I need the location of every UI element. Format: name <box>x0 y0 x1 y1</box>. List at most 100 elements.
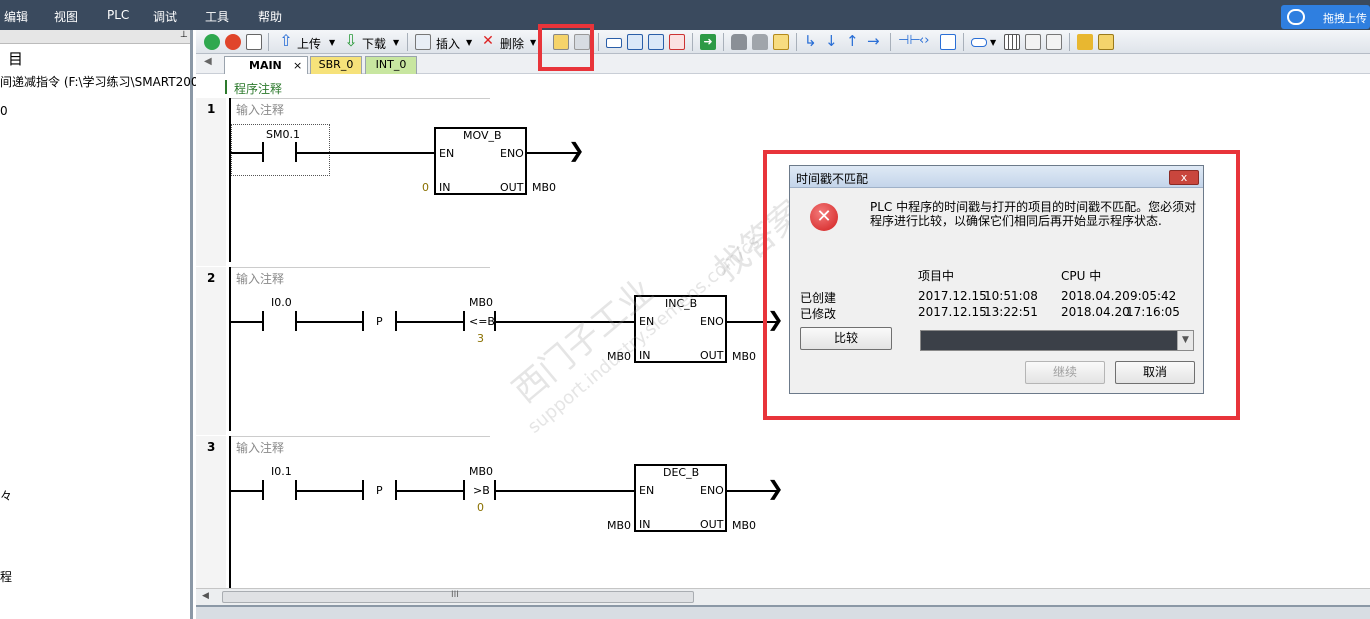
scroll-left-icon[interactable]: ◀ <box>202 591 209 601</box>
pin-en: EN <box>439 147 455 160</box>
in-value[interactable]: MB0 <box>607 350 631 363</box>
notes-icon[interactable] <box>1046 34 1062 50</box>
run-icon[interactable] <box>204 34 220 50</box>
rung-wire <box>231 321 262 323</box>
project-modified-time: 13:22:51 <box>984 305 1038 319</box>
edit-icon[interactable] <box>1025 34 1041 50</box>
compare-symbol[interactable] <box>463 311 465 331</box>
tree-item[interactable]: 程 <box>0 568 12 585</box>
network-comment[interactable]: 输入注释 <box>236 101 284 118</box>
contact-symbol[interactable] <box>262 142 264 162</box>
pin-out: OUT <box>500 181 524 194</box>
delete-button[interactable]: 删除 <box>500 35 524 52</box>
properties-icon[interactable] <box>1098 34 1114 50</box>
tree-item[interactable]: 々 <box>0 487 12 504</box>
network-comment[interactable]: 输入注释 <box>236 270 284 287</box>
delete-icon[interactable]: ✕ <box>480 34 496 50</box>
coil-icon[interactable]: ‹› <box>919 34 935 50</box>
box-icon[interactable] <box>940 34 956 50</box>
unlock-icon[interactable] <box>752 34 768 50</box>
compare-progress-combo[interactable]: ▼ <box>920 330 1194 351</box>
chevron-down-icon[interactable]: ▼ <box>1177 331 1193 350</box>
chevron-down-icon[interactable]: ▼ <box>530 38 536 47</box>
program-comment[interactable]: 程序注释 <box>234 80 282 97</box>
panel-header: ⊥ <box>0 30 190 44</box>
stop-icon[interactable] <box>225 34 241 50</box>
remove-icon[interactable] <box>669 34 685 50</box>
move-left-icon[interactable] <box>627 34 643 50</box>
tab-sbr[interactable]: SBR_0 <box>310 56 362 74</box>
p-contact-symbol[interactable] <box>362 480 364 500</box>
line-right-icon[interactable]: → <box>867 34 883 50</box>
in-value[interactable]: 0 <box>422 181 429 194</box>
branch-down-icon[interactable]: ↳ <box>804 34 820 50</box>
chevron-down-icon[interactable]: ▼ <box>990 38 996 47</box>
pin-icon[interactable]: ⊥ <box>180 30 188 40</box>
inc-b-box[interactable]: INC_B EN ENO IN OUT <box>634 295 727 363</box>
download-button[interactable]: 下载 <box>362 35 386 52</box>
horizontal-scrollbar[interactable]: ◀ III <box>196 588 1370 605</box>
tab-main[interactable]: MAIN × <box>224 56 308 74</box>
compare-symbol[interactable] <box>463 480 465 500</box>
menu-debug[interactable]: 调试 <box>153 8 177 25</box>
continue-button[interactable]: 继续 <box>1025 361 1105 384</box>
cloud-upload-label: 拖拽上传 <box>1323 12 1367 25</box>
close-button[interactable]: x <box>1169 170 1199 185</box>
contact-symbol[interactable] <box>262 480 264 500</box>
download-arrow-icon[interactable]: ⇩ <box>343 33 359 50</box>
dialog-titlebar[interactable]: 时间戳不匹配 x <box>790 166 1203 188</box>
out-value[interactable]: MB0 <box>732 350 756 363</box>
menu-plc[interactable]: PLC <box>107 8 129 22</box>
chevron-down-icon[interactable]: ▼ <box>329 38 335 47</box>
chevron-down-icon[interactable]: ▼ <box>466 38 472 47</box>
dec-b-box[interactable]: DEC_B EN ENO IN OUT <box>634 464 727 532</box>
upload-button[interactable]: 上传 <box>297 35 321 52</box>
menu-tools[interactable]: 工具 <box>205 8 229 25</box>
status-bar <box>196 605 1370 619</box>
menu-edit[interactable]: 编辑 <box>4 8 28 25</box>
in-value[interactable]: MB0 <box>607 519 631 532</box>
arrow-end-icon: ❯ <box>767 476 784 500</box>
p-contact-symbol[interactable] <box>362 311 364 331</box>
compile-icon[interactable] <box>246 34 262 50</box>
bookmark-icon[interactable] <box>773 34 789 50</box>
table-icon[interactable] <box>1004 34 1020 50</box>
dialog-title: 时间戳不匹配 <box>796 172 869 186</box>
close-icon[interactable]: × <box>293 58 302 74</box>
tab-label: SBR_0 <box>318 58 354 71</box>
mov-b-box[interactable]: MOV_B EN ENO IN OUT <box>434 127 527 195</box>
go-icon[interactable]: ➜ <box>700 34 716 50</box>
upload-arrow-icon[interactable]: ⇧ <box>278 33 294 50</box>
cloud-upload-button[interactable]: 拖拽上传 <box>1281 5 1370 29</box>
contact-symbol[interactable] <box>262 311 264 331</box>
menu-bar: 编辑 视图 PLC 调试 工具 帮助 拖拽上传 <box>0 0 1370 30</box>
symbol-icon[interactable] <box>971 38 987 47</box>
key-icon[interactable] <box>1077 34 1093 50</box>
chevron-down-icon[interactable]: ▼ <box>393 38 399 47</box>
column-project: 项目中 <box>918 269 955 283</box>
toolbar-separator <box>890 33 891 51</box>
insert-icon[interactable] <box>415 34 431 50</box>
network-gutter <box>196 267 226 435</box>
move-right-icon[interactable] <box>648 34 664 50</box>
branch-up-icon[interactable]: ↓ <box>825 34 841 50</box>
network-comment[interactable]: 输入注释 <box>236 439 284 456</box>
menu-help[interactable]: 帮助 <box>258 8 282 25</box>
contact-icon[interactable]: ⊣⊢ <box>898 34 921 50</box>
tab-scroll-left-icon[interactable]: ◀ <box>204 56 212 67</box>
tab-int[interactable]: INT_0 <box>365 56 417 74</box>
block-icon[interactable] <box>606 38 622 48</box>
scroll-thumb[interactable]: III <box>222 590 694 603</box>
lock-icon[interactable] <box>731 34 747 50</box>
insert-button[interactable]: 插入 <box>436 35 460 52</box>
tree-item[interactable]: 0 <box>0 104 8 118</box>
line-up-icon[interactable]: ↑ <box>846 34 862 50</box>
compare-button[interactable]: 比较 <box>800 327 892 350</box>
compare-bottom: 3 <box>477 332 484 345</box>
out-value[interactable]: MB0 <box>532 181 556 194</box>
out-value[interactable]: MB0 <box>732 519 756 532</box>
pin-en: EN <box>639 315 655 328</box>
cancel-button[interactable]: 取消 <box>1115 361 1195 384</box>
project-path[interactable]: 间递减指令 (F:\学习练习\SMART200\ti <box>0 73 211 90</box>
menu-view[interactable]: 视图 <box>54 8 78 25</box>
